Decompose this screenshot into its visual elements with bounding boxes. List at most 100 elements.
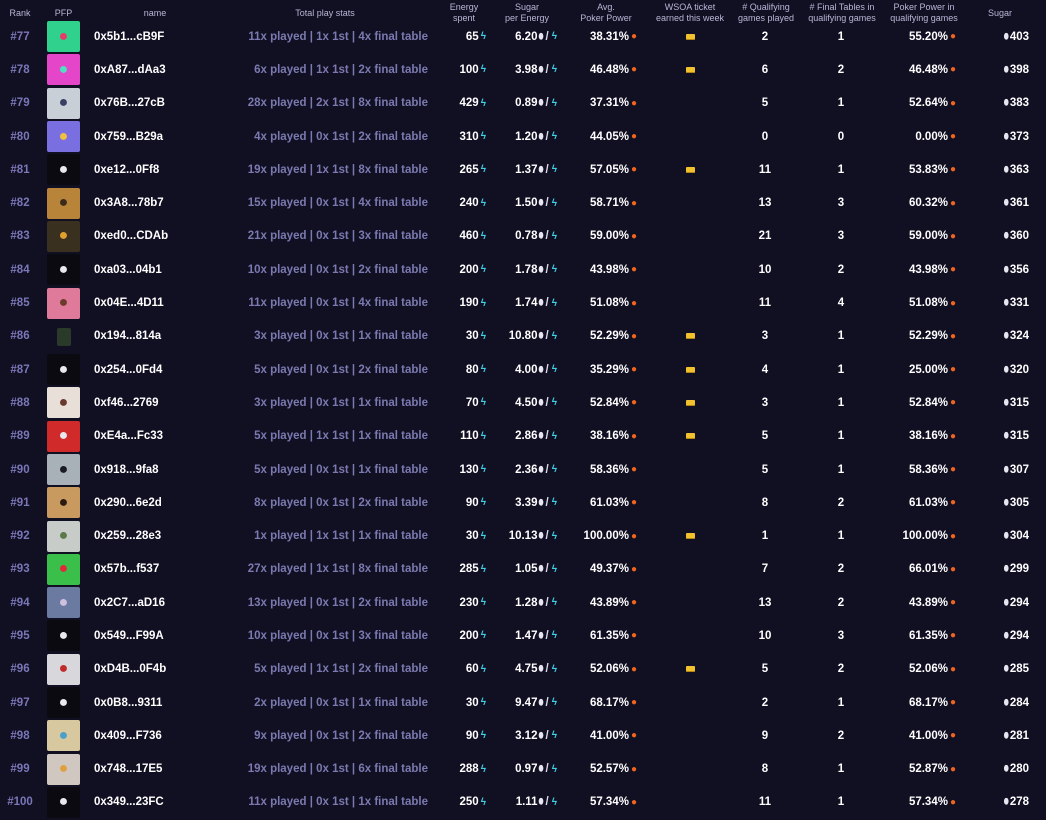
player-name[interactable]: 0x759...B29a (94, 120, 224, 153)
table-row[interactable]: #95 ● 0x549...F99A 10x played | 0x 1st |… (0, 619, 1046, 652)
avatar[interactable]: ● (47, 653, 80, 685)
player-name[interactable]: 0x2C7...aD16 (94, 586, 224, 619)
table-row[interactable]: #99 ● 0x748...17E5 19x played | 0x 1st |… (0, 753, 1046, 786)
table-row[interactable]: #84 ● 0xa03...04b1 10x played | 0x 1st |… (0, 253, 1046, 286)
table-row[interactable]: #86 0x194...814a 3x played | 0x 1st | 1x… (0, 320, 1046, 353)
ratio-slash: / (545, 729, 549, 742)
avatar[interactable]: ● (47, 87, 80, 119)
sugar-drop-icon: ⬮ (538, 397, 544, 407)
lightning-bolt-icon: ϟ (551, 131, 557, 143)
flame-icon: ● (630, 397, 637, 409)
sugar-drop-icon: ⬮ (1003, 397, 1009, 407)
lightning-bolt-icon: ϟ (551, 730, 557, 742)
player-name[interactable]: 0x918...9fa8 (94, 453, 224, 486)
poker-power-qualifying-value: 61.35% (908, 629, 948, 642)
table-row[interactable]: #90 ● 0x918...9fa8 5x played | 0x 1st | … (0, 453, 1046, 486)
avatar[interactable]: ● (47, 487, 80, 519)
table-row[interactable]: #79 ● 0x76B...27cB 28x played | 2x 1st |… (0, 87, 1046, 120)
sugar-value: 383 (1009, 97, 1029, 110)
poker-power-qualifying-cell: 41.00% ● (876, 719, 956, 752)
sugar-per-energy-value: 1.50 (515, 197, 538, 210)
table-row[interactable]: #98 ● 0x409...F736 9x played | 0x 1st | … (0, 719, 1046, 752)
player-name[interactable]: 0x549...F99A (94, 619, 224, 652)
player-name[interactable]: 0xE4a...Fc33 (94, 420, 224, 453)
player-name[interactable]: 0x259...28e3 (94, 519, 224, 552)
table-row[interactable]: #81 ● 0xe12...0Ff8 19x played | 1x 1st |… (0, 153, 1046, 186)
table-row[interactable]: #83 ● 0xed0...CDAb 21x played | 0x 1st |… (0, 220, 1046, 253)
table-row[interactable]: #97 ● 0x0B8...9311 2x played | 0x 1st | … (0, 686, 1046, 719)
table-row[interactable]: #89 ● 0xE4a...Fc33 5x played | 1x 1st | … (0, 420, 1046, 453)
player-name[interactable]: 0x3A8...78b7 (94, 186, 224, 219)
player-name[interactable]: 0xe12...0Ff8 (94, 153, 224, 186)
player-name[interactable]: 0xA87...dAa3 (94, 53, 224, 86)
avg-poker-power-cell: 68.17% ● (562, 686, 637, 719)
poker-power-qualifying-value: 59.00% (908, 230, 948, 243)
player-name[interactable]: 0x0B8...9311 (94, 686, 224, 719)
avatar[interactable]: ● (47, 720, 80, 752)
avatar[interactable]: ● (47, 587, 80, 619)
avatar[interactable]: ● (47, 21, 80, 53)
player-name[interactable]: 0x409...F736 (94, 719, 224, 752)
sugar-cell: ⬮ 280 (975, 753, 1029, 786)
table-row[interactable]: #96 ● 0xD4B...0F4b 5x played | 1x 1st | … (0, 653, 1046, 686)
avatar[interactable]: ● (47, 121, 80, 153)
avatar[interactable]: ● (47, 687, 80, 719)
table-row[interactable]: #94 ● 0x2C7...aD16 13x played | 0x 1st |… (0, 586, 1046, 619)
player-name[interactable]: 0x290...6e2d (94, 486, 224, 519)
player-name[interactable]: 0x748...17E5 (94, 753, 224, 786)
avatar[interactable]: ● (47, 620, 80, 652)
flame-icon: ● (949, 430, 956, 442)
player-name[interactable]: 0x194...814a (94, 320, 224, 353)
player-name[interactable]: 0xD4B...0F4b (94, 653, 224, 686)
player-name[interactable]: 0xf46...2769 (94, 386, 224, 419)
avatar[interactable]: ● (47, 454, 80, 485)
avatar-figure-icon: ● (58, 693, 69, 711)
player-name[interactable]: 0x04E...4D11 (94, 286, 224, 319)
avatar[interactable] (56, 328, 71, 347)
final-tables-cell: 1 (837, 696, 845, 709)
wsoa-ticket-cell (655, 253, 725, 286)
table-row[interactable]: #77 ● 0x5b1...cB9F 11x played | 1x 1st |… (0, 20, 1046, 53)
table-row[interactable]: #82 ● 0x3A8...78b7 15x played | 0x 1st |… (0, 186, 1046, 219)
avatar[interactable]: ● (47, 220, 80, 252)
ratio-slash: / (545, 463, 549, 476)
avatar[interactable]: ● (47, 287, 80, 319)
table-row[interactable]: #92 ● 0x259...28e3 1x played | 1x 1st | … (0, 519, 1046, 552)
avatar[interactable]: ● (47, 753, 80, 785)
avatar[interactable]: ● (47, 254, 80, 286)
table-row[interactable]: #93 ● 0x57b...f537 27x played | 1x 1st |… (0, 553, 1046, 586)
avatar[interactable]: ● (47, 420, 80, 452)
player-name[interactable]: 0x349...23FC (94, 786, 224, 819)
player-name[interactable]: 0xa03...04b1 (94, 253, 224, 286)
table-row[interactable]: #100 ● 0x349...23FC 11x played | 0x 1st … (0, 786, 1046, 819)
avatar[interactable]: ● (47, 354, 80, 386)
avatar[interactable]: ● (47, 553, 80, 585)
player-name[interactable]: 0x76B...27cB (94, 87, 224, 120)
table-row[interactable]: #80 ● 0x759...B29a 4x played | 0x 1st | … (0, 120, 1046, 153)
flame-icon: ● (949, 397, 956, 409)
avatar[interactable]: ● (47, 54, 80, 86)
avatar[interactable]: ● (47, 786, 80, 818)
ratio-slash: / (545, 363, 549, 376)
avatar[interactable]: ● (47, 520, 80, 552)
avatar[interactable]: ● (47, 387, 80, 419)
poker-power-qualifying-cell: 43.89% ● (876, 586, 956, 619)
avatar[interactable]: ● (47, 187, 80, 219)
player-name[interactable]: 0x57b...f537 (94, 553, 224, 586)
player-name[interactable]: 0xed0...CDAb (94, 220, 224, 253)
avatar[interactable]: ● (47, 154, 80, 186)
lightning-bolt-icon: ϟ (480, 164, 486, 176)
sugar-drop-icon: ⬮ (538, 198, 544, 208)
table-row[interactable]: #78 ● 0xA87...dAa3 6x played | 1x 1st | … (0, 53, 1046, 86)
energy-spent-cell: 230 ϟ (430, 586, 486, 619)
table-row[interactable]: #88 ● 0xf46...2769 3x played | 0x 1st | … (0, 386, 1046, 419)
player-name[interactable]: 0x5b1...cB9F (94, 20, 224, 53)
rank-cell: #79 (10, 97, 30, 110)
table-row[interactable]: #87 ● 0x254...0Fd4 5x played | 0x 1st | … (0, 353, 1046, 386)
sugar-per-energy-value: 4.00 (515, 363, 538, 376)
final-tables-cell: 1 (837, 330, 845, 343)
table-row[interactable]: #91 ● 0x290...6e2d 8x played | 0x 1st | … (0, 486, 1046, 519)
player-name[interactable]: 0x254...0Fd4 (94, 353, 224, 386)
sugar-cell: ⬮ 299 (975, 553, 1029, 586)
table-row[interactable]: #85 ● 0x04E...4D11 11x played | 0x 1st |… (0, 286, 1046, 319)
